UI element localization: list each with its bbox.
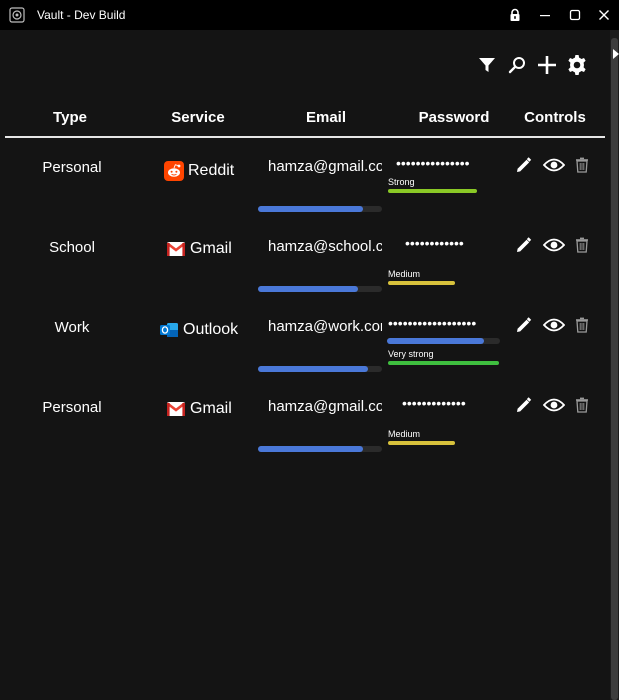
service-cell: Outlook	[159, 319, 238, 341]
strength-label: Strong	[388, 177, 415, 187]
delete-icon[interactable]	[574, 316, 590, 334]
strength-meter	[388, 189, 477, 193]
delete-icon[interactable]	[574, 156, 590, 174]
service-cell: Gmail	[166, 398, 232, 420]
minimize-icon[interactable]	[537, 7, 553, 23]
scroll-thumb[interactable]	[611, 38, 618, 700]
strength-label: Medium	[388, 269, 421, 279]
header-divider	[5, 136, 605, 138]
service-name: Gmail	[190, 240, 232, 257]
email-progress-fill	[258, 206, 364, 212]
window-title: Vault - Dev Build	[37, 8, 126, 22]
type-cell: Personal	[42, 159, 102, 176]
table-row: Personal Reddit hamza@gmail.com ••••••••…	[0, 150, 610, 230]
email-progress-bar	[258, 206, 382, 212]
type-cell: School	[49, 239, 95, 256]
view-icon[interactable]	[542, 396, 566, 414]
lock-icon[interactable]	[507, 7, 523, 23]
service-name: Outlook	[183, 321, 239, 338]
password-mask: •••••••••••••••	[396, 155, 470, 171]
email-progress-bar	[258, 446, 382, 452]
email-progress-fill	[258, 366, 369, 372]
table-row: School Gmail hamza@school.com ••••••••••…	[0, 230, 610, 310]
gmail-icon	[166, 242, 186, 256]
password-progress-bar	[387, 338, 500, 344]
email-cell: hamza@work.com	[268, 318, 382, 335]
scroll-arrow-icon[interactable]	[613, 46, 619, 59]
password-mask: ••••••••••••	[405, 235, 464, 251]
filter-icon[interactable]	[476, 53, 498, 77]
settings-icon[interactable]	[564, 52, 590, 78]
table-row: Work Outlook hamza@work.com ••••••••••••…	[0, 310, 610, 390]
email-cell: hamza@gmail.com	[268, 398, 382, 415]
outlook-icon	[160, 323, 178, 337]
title-bar: Vault - Dev Build	[0, 0, 619, 30]
view-icon[interactable]	[542, 156, 566, 174]
password-mask: •••••••••••••	[402, 395, 466, 411]
header-password[interactable]: Password	[408, 109, 500, 126]
app-icon	[9, 7, 25, 23]
header-email[interactable]: Email	[286, 109, 366, 126]
reddit-icon	[164, 161, 184, 181]
strength-label: Very strong	[388, 349, 434, 359]
close-icon[interactable]	[596, 7, 612, 23]
password-mask: ••••••••••••••••••	[388, 315, 477, 331]
table-row: Personal Gmail hamza@gmail.com •••••••••…	[0, 390, 610, 470]
view-icon[interactable]	[542, 316, 566, 334]
header-controls[interactable]: Controls	[514, 109, 596, 126]
scrollbar[interactable]	[610, 30, 619, 700]
header-service[interactable]: Service	[153, 109, 243, 126]
password-progress-fill	[387, 338, 485, 344]
type-cell: Personal	[42, 399, 102, 416]
edit-icon[interactable]	[514, 236, 532, 254]
edit-icon[interactable]	[514, 316, 532, 334]
email-progress-bar	[258, 366, 382, 372]
email-cell: hamza@gmail.com	[268, 158, 382, 175]
email-progress-bar	[258, 286, 382, 292]
view-icon[interactable]	[542, 236, 566, 254]
service-name: Gmail	[190, 400, 232, 417]
email-progress-fill	[258, 446, 364, 452]
delete-icon[interactable]	[574, 236, 590, 254]
add-icon[interactable]	[535, 53, 559, 77]
header-type[interactable]: Type	[35, 109, 105, 126]
edit-icon[interactable]	[514, 396, 532, 414]
strength-meter	[388, 441, 455, 445]
strength-label: Medium	[388, 429, 421, 439]
email-cell: hamza@school.com	[268, 238, 382, 255]
email-progress-fill	[258, 286, 359, 292]
service-name: Reddit	[188, 162, 235, 179]
edit-icon[interactable]	[514, 156, 532, 174]
strength-meter	[388, 281, 455, 285]
gmail-icon	[166, 402, 186, 416]
type-cell: Work	[54, 319, 90, 336]
maximize-icon[interactable]	[567, 7, 583, 23]
delete-icon[interactable]	[574, 396, 590, 414]
search-icon[interactable]	[506, 53, 528, 77]
service-cell: Gmail	[166, 238, 232, 260]
service-cell: Reddit	[164, 160, 234, 182]
strength-meter	[388, 361, 499, 365]
